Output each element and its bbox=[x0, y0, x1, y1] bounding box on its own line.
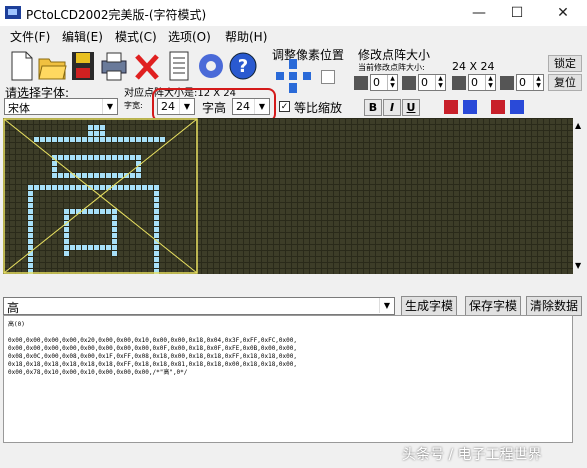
menu-mode[interactable]: 模式(C) bbox=[115, 28, 157, 45]
menu-help[interactable]: 帮助(H) bbox=[225, 28, 267, 45]
help-icon[interactable]: ? bbox=[228, 49, 258, 83]
output-line-2: 0x00,0x00,0x00,0x00,0x00,0x00,0x00,0x00,… bbox=[8, 345, 297, 352]
output-line-1: 0x00,0x00,0x00,0x00,0x20,0x00,0x00,0x10,… bbox=[8, 337, 297, 344]
char-width-label: 字宽: bbox=[124, 101, 143, 110]
document-icon[interactable] bbox=[164, 49, 194, 83]
move-right-icon[interactable] bbox=[303, 72, 311, 80]
grid-horizontal-scrollbar[interactable] bbox=[3, 274, 573, 288]
spinner-expand[interactable]: 0 ▲ ▼ bbox=[468, 74, 496, 91]
menu-file[interactable]: 文件(F) bbox=[10, 28, 50, 45]
proportional-checkbox[interactable]: ✓ bbox=[279, 101, 290, 112]
current-dot-label: 当前修改点阵大小: bbox=[358, 63, 425, 72]
font-select[interactable]: 宋体 ▼ bbox=[4, 98, 118, 115]
move-left-icon[interactable] bbox=[276, 72, 284, 80]
invert-icon[interactable] bbox=[321, 70, 335, 84]
new-file-icon[interactable] bbox=[6, 49, 36, 83]
char-input[interactable]: 高 ▼ bbox=[3, 297, 395, 315]
spinner-up[interactable]: 0 ▲ ▼ bbox=[516, 74, 544, 91]
save-icon[interactable] bbox=[68, 49, 98, 83]
open-folder-icon[interactable] bbox=[37, 49, 67, 83]
spinner-left[interactable]: 0 ▲ ▼ bbox=[370, 74, 398, 91]
output-textarea[interactable]: 高(0) 0x00,0x00,0x00,0x00,0x20,0x00,0x00,… bbox=[3, 315, 573, 443]
move-up-icon[interactable] bbox=[289, 59, 297, 69]
proportional-label: 等比缩放 bbox=[294, 101, 343, 115]
pixel-grid[interactable] bbox=[3, 118, 573, 274]
shrink-right-icon[interactable] bbox=[402, 76, 416, 90]
adjust-pixel-label: 调整像素位置 bbox=[272, 48, 345, 62]
output-line-0: 高(0) bbox=[8, 321, 25, 328]
spinner-right[interactable]: 0 ▲ ▼ bbox=[418, 74, 446, 91]
lock-button[interactable]: 锁定 bbox=[548, 55, 582, 72]
flip-vertical-icon[interactable] bbox=[490, 98, 526, 116]
printer-icon[interactable] bbox=[99, 49, 129, 83]
grid-vertical-scrollbar[interactable]: ▲ ▼ bbox=[573, 118, 587, 274]
clear-button[interactable]: 清除数据 bbox=[526, 296, 582, 316]
watermark-text: 头条号 / 电子工程世界 bbox=[402, 447, 542, 463]
expand-up-icon[interactable] bbox=[500, 76, 514, 90]
maximize-button[interactable]: ☐ bbox=[506, 4, 528, 22]
gear-icon[interactable] bbox=[196, 49, 226, 83]
italic-button[interactable]: I bbox=[383, 99, 401, 116]
move-center-icon[interactable] bbox=[289, 72, 297, 80]
output-line-3: 0x08,0x0C,0x00,0x08,0x00,0x1F,0xFF,0x08,… bbox=[8, 353, 297, 360]
save-button[interactable]: 保存字模 bbox=[465, 296, 521, 316]
underline-button[interactable]: U bbox=[402, 99, 420, 116]
flip-horizontal-icon[interactable] bbox=[443, 98, 479, 116]
output-line-4: 0x18,0x18,0x18,0x18,0x18,0x18,0xFF,0x18,… bbox=[8, 361, 297, 368]
modify-dot-label: 修改点阵大小 bbox=[358, 48, 431, 62]
expand-left-icon[interactable] bbox=[452, 76, 466, 90]
bold-button[interactable]: B bbox=[364, 99, 382, 116]
highlight-box bbox=[152, 88, 276, 122]
app-icon bbox=[5, 6, 21, 19]
minimize-button[interactable]: — bbox=[468, 4, 490, 22]
shrink-left-icon[interactable] bbox=[354, 76, 368, 90]
output-line-5: 0x00,0x78,0x10,0x00,0x10,0x00,0x00,0x00,… bbox=[8, 369, 188, 376]
move-down-icon[interactable] bbox=[289, 83, 297, 93]
svg-text:?: ? bbox=[238, 56, 248, 77]
window-title: PCtoLCD2002完美版-(字符模式) bbox=[26, 8, 207, 22]
delete-x-icon[interactable] bbox=[132, 49, 162, 83]
menu-options[interactable]: 选项(O) bbox=[168, 28, 211, 45]
reset-button[interactable]: 复位 bbox=[548, 74, 582, 91]
close-button[interactable]: ✕ bbox=[552, 4, 574, 22]
generate-button[interactable]: 生成字模 bbox=[401, 296, 457, 316]
menu-edit[interactable]: 编辑(E) bbox=[62, 28, 103, 45]
pixel-grid-canvas[interactable] bbox=[3, 118, 573, 274]
dot-size-value: 24 X 24 bbox=[452, 60, 495, 73]
